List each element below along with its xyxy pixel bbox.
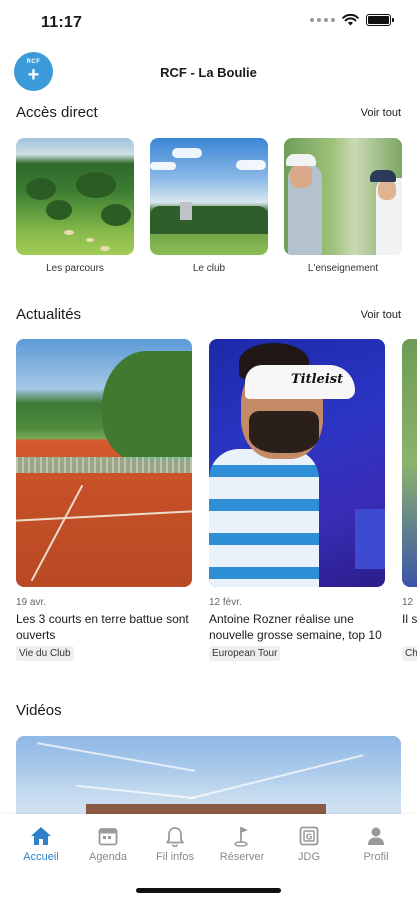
tab-label: Agenda xyxy=(89,851,127,863)
news-header: Actualités Voir tout xyxy=(16,306,401,323)
news-card[interactable]: 12 Il s no clu Ch xyxy=(402,339,417,661)
tab-label: Accueil xyxy=(23,851,59,863)
bottom-tab-bar: Accueil Agenda Fil infos Réserver G JDG xyxy=(0,814,417,900)
club-image xyxy=(150,138,268,255)
status-time: 11:17 xyxy=(41,14,83,31)
news-headline: Il s no clu xyxy=(402,612,417,626)
quick-access-label: Le club xyxy=(192,263,226,274)
page-title: RCF - La Boulie xyxy=(160,65,257,80)
tab-label: Profil xyxy=(363,851,389,863)
news-category-badge: European Tour xyxy=(209,646,281,661)
visor-brand-text: Titleist xyxy=(291,372,344,387)
tab-jdg[interactable]: G JDG xyxy=(280,824,338,863)
news-image-partial xyxy=(402,339,417,587)
news-see-all-link[interactable]: Voir tout xyxy=(361,309,401,321)
tab-profil[interactable]: Profil xyxy=(347,824,405,863)
quick-access-item-club[interactable]: Le club xyxy=(150,138,268,274)
tab-reserver[interactable]: Réserver xyxy=(213,824,271,863)
quick-access-carousel[interactable]: Les parcours Le club L'enseignement xyxy=(16,138,417,274)
tab-label: Fil infos xyxy=(156,851,194,863)
quick-access-item-enseignement[interactable]: L'enseignement xyxy=(284,138,402,274)
video-thumbnail[interactable] xyxy=(16,736,401,818)
quick-access-label: L'enseignement xyxy=(307,263,379,274)
signal-icon xyxy=(310,18,335,22)
news-carousel[interactable]: 19 avr. Les 3 courts en terre battue son… xyxy=(16,339,417,661)
home-icon xyxy=(29,824,53,848)
status-icons xyxy=(310,14,394,26)
news-category-badge: Ch xyxy=(402,646,417,661)
news-date: 19 avr. xyxy=(16,597,47,608)
wifi-icon xyxy=(342,14,359,26)
videos-header: Vidéos xyxy=(16,702,401,719)
bell-icon xyxy=(163,824,187,848)
tab-fil-infos[interactable]: Fil infos xyxy=(146,824,204,863)
tab-agenda[interactable]: Agenda xyxy=(79,824,137,863)
quick-access-label: Les parcours xyxy=(46,263,104,274)
app-header: RCF + RCF - La Boulie xyxy=(0,50,417,94)
quick-access-see-all-link[interactable]: Voir tout xyxy=(361,107,401,119)
enseignement-image xyxy=(284,138,402,255)
quick-access-title: Accès direct xyxy=(16,104,98,121)
scorecard-icon: G xyxy=(297,824,321,848)
calendar-icon xyxy=(96,824,120,848)
news-date: 12 févr. xyxy=(209,597,242,608)
quick-access-header: Accès direct Voir tout xyxy=(16,104,401,121)
status-bar: 11:17 xyxy=(0,0,417,46)
news-card[interactable]: Titleist 12 févr. Antoine Rozner réalise… xyxy=(209,339,385,661)
news-card[interactable]: 19 avr. Les 3 courts en terre battue son… xyxy=(16,339,192,661)
user-icon xyxy=(364,824,388,848)
quick-access-item-parcours[interactable]: Les parcours xyxy=(16,138,134,274)
tab-label: JDG xyxy=(298,851,320,863)
svg-text:G: G xyxy=(306,833,313,842)
tab-label: Réserver xyxy=(219,851,265,863)
parcours-image xyxy=(16,138,134,255)
battery-icon xyxy=(366,14,394,26)
home-indicator[interactable] xyxy=(136,888,281,893)
news-category-badge: Vie du Club xyxy=(16,646,74,661)
news-date: 12 xyxy=(402,597,414,608)
videos-title: Vidéos xyxy=(16,702,62,719)
tab-accueil[interactable]: Accueil xyxy=(12,824,70,863)
news-image-golfer: Titleist xyxy=(209,339,385,587)
news-headline: Antoine Rozner réalise une nouvelle gros… xyxy=(209,612,382,642)
golf-flag-icon xyxy=(230,824,254,848)
news-headline: Les 3 courts en terre battue sont ouvert… xyxy=(16,612,189,642)
news-image-tennis xyxy=(16,339,192,587)
news-title: Actualités xyxy=(16,306,82,323)
